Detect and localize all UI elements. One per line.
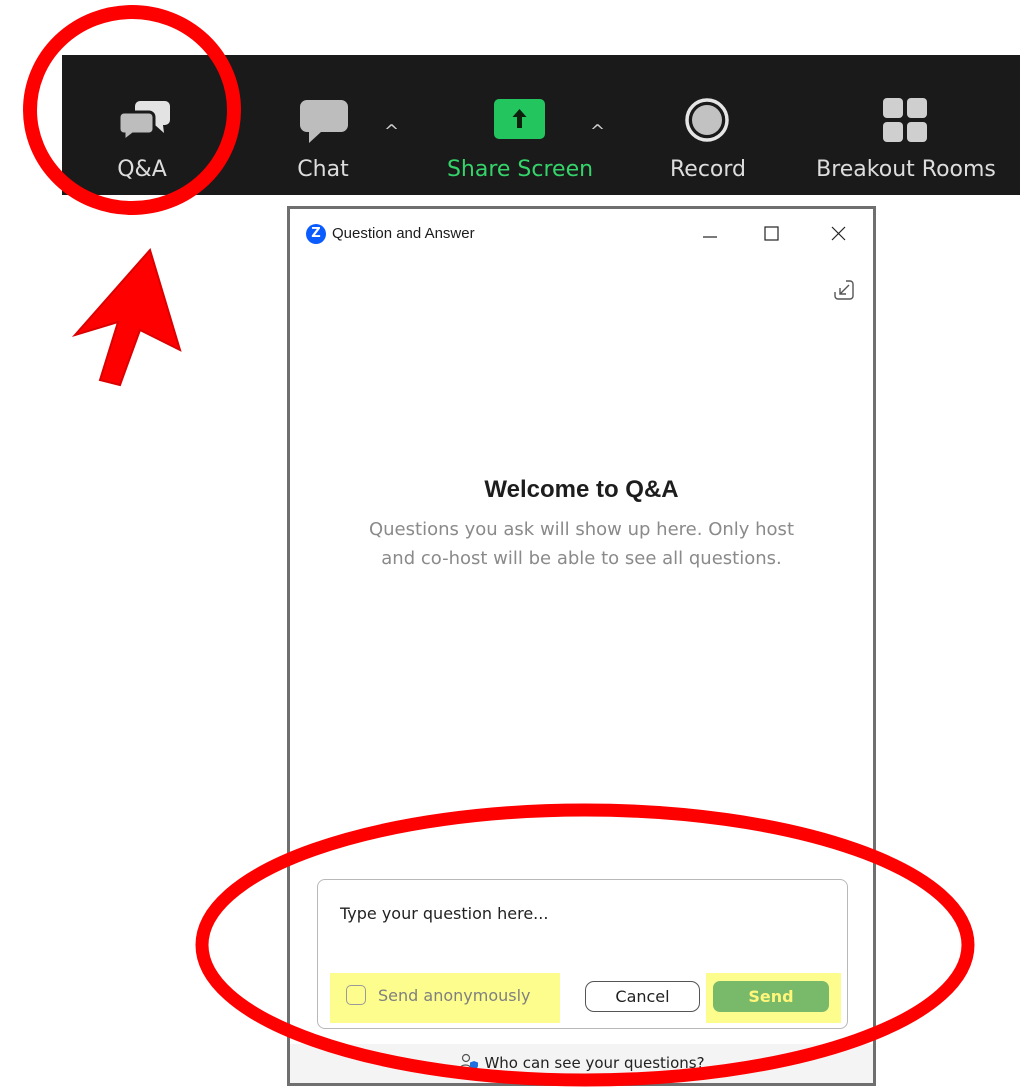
maximize-icon [764, 226, 779, 241]
zoom-logo-icon: Z [306, 224, 326, 244]
send-anonymously-label[interactable]: Send anonymously [378, 986, 531, 1005]
welcome-description: Questions you ask will show up here. Onl… [368, 519, 794, 569]
breakout-rooms-label: Breakout Rooms [816, 157, 996, 182]
qa-button[interactable]: Q&A [62, 55, 222, 195]
share-screen-label: Share Screen [446, 157, 594, 182]
question-compose-box: Send anonymously Cancel Send [317, 879, 848, 1029]
chat-bubble-icon [300, 100, 348, 143]
chat-button[interactable]: Chat [272, 55, 432, 195]
question-input[interactable] [338, 892, 822, 934]
chat-label: Chat [297, 157, 349, 182]
minimize-button[interactable] [690, 217, 730, 249]
record-button[interactable]: Record [652, 55, 762, 195]
welcome-title: Welcome to Q&A [484, 476, 679, 503]
record-icon [685, 98, 729, 142]
window-title: Question and Answer [332, 225, 475, 242]
send-button[interactable]: Send [713, 981, 829, 1012]
qa-window: Z Question and Answer Welcome to Q&A Que… [287, 206, 876, 1086]
title-bar[interactable]: Z Question and Answer [290, 209, 873, 257]
breakout-rooms-icon [883, 98, 927, 142]
meeting-toolbar: Q&A Chat ^ Share Screen ^ Record Breakou… [62, 55, 1020, 195]
who-can-see-text: Who can see your questions? [484, 1054, 705, 1072]
minimize-icon [703, 236, 717, 238]
who-can-see-link[interactable]: Who can see your questions? [290, 1053, 873, 1072]
share-options-caret[interactable]: ^ [590, 121, 605, 142]
close-icon [831, 226, 846, 241]
qa-label: Q&A [117, 157, 167, 182]
close-button[interactable] [819, 217, 859, 249]
chat-options-caret[interactable]: ^ [384, 121, 399, 142]
send-anonymously-checkbox[interactable] [346, 985, 366, 1005]
share-screen-button[interactable]: Share Screen [442, 55, 612, 195]
footer-bar: Who can see your questions? [290, 1044, 873, 1083]
maximize-button[interactable] [752, 217, 792, 249]
breakout-rooms-button[interactable]: Breakout Rooms [807, 55, 1020, 195]
qa-bubbles-icon [117, 101, 170, 142]
user-visibility-icon [459, 1053, 479, 1070]
popout-icon[interactable] [833, 279, 855, 301]
record-label: Record [669, 157, 747, 182]
share-screen-arrow-icon [494, 99, 545, 139]
annotation-arrow-icon [71, 247, 182, 387]
cancel-button[interactable]: Cancel [585, 981, 700, 1012]
